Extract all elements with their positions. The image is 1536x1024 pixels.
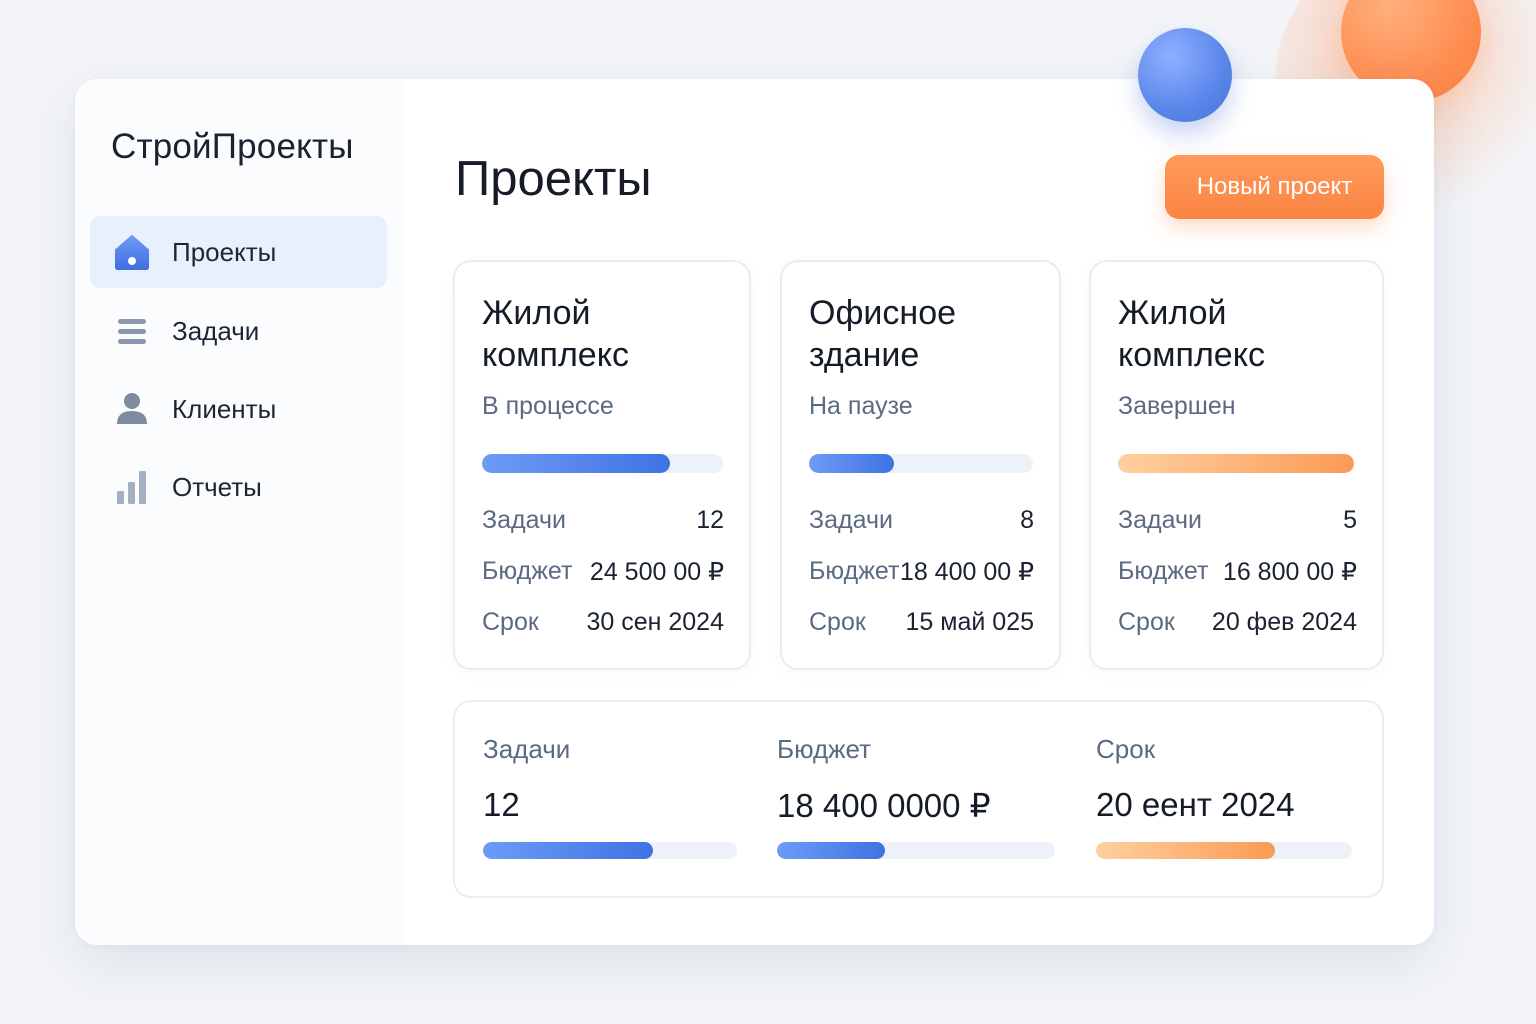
tasks-value: 8 (1020, 506, 1034, 534)
summary-tasks-label: Задачи (483, 734, 571, 764)
decorative-blue-orb (1138, 28, 1232, 122)
summary-deadline-bar (1096, 842, 1352, 859)
sidebar-item-clients[interactable]: Клиенты (90, 373, 387, 445)
project-card[interactable]: Офисное здание На паузе Задачи 8 Бюджет … (780, 260, 1061, 670)
summary-budget-value: 18 400 0000 ₽ (777, 787, 991, 824)
project-tasks-row: Задачи 5 (1118, 506, 1357, 535)
project-progress-fill (809, 454, 895, 473)
budget-label: Бюджет (482, 557, 573, 585)
project-title-line: Жилой (482, 294, 591, 332)
budget-value: 16 800 00 ₽ (1222, 558, 1357, 586)
main-content: Проекты Новый проект Жилой комплекс В пр… (405, 79, 1434, 945)
page-title: Проекты (455, 152, 652, 206)
budget-value: 18 400 00 ₽ (899, 558, 1034, 586)
project-budget-row: Бюджет 24 500 00 ₽ (482, 557, 724, 587)
deadline-label: Срок (482, 608, 539, 636)
project-card[interactable]: Жилой комплекс В процессе Задачи 12 Бюдж… (453, 260, 751, 670)
project-deadline-row: Срок 15 май 025 (809, 608, 1034, 637)
project-progress-bar (1118, 454, 1354, 473)
project-title-line: Жилой (1118, 294, 1227, 332)
tasks-value: 5 (1343, 506, 1357, 534)
project-budget-row: Бюджет 18 400 00 ₽ (809, 557, 1034, 587)
project-title: Жилой комплекс (482, 292, 629, 376)
project-deadline-row: Срок 30 сен 2024 (482, 608, 724, 637)
budget-value: 24 500 00 ₽ (589, 558, 724, 586)
project-progress-fill (482, 454, 670, 473)
project-title-line: Офисное (809, 294, 957, 332)
project-title-line: комплекс (1118, 336, 1265, 374)
project-progress-fill (1118, 454, 1354, 473)
summary-deadline-label: Срок (1096, 734, 1156, 764)
project-title-line: здание (809, 336, 920, 374)
budget-label: Бюджет (809, 557, 900, 585)
sidebar-item-projects[interactable]: Проекты (90, 216, 387, 288)
tasks-label: Задачи (482, 506, 566, 534)
project-card[interactable]: Жилой комплекс Завершен Задачи 5 Бюджет … (1089, 260, 1384, 670)
sidebar: СтройПроекты Проекты Задачи Клиенты Отче… (75, 79, 405, 945)
project-budget-row: Бюджет 16 800 00 ₽ (1118, 557, 1357, 587)
project-tasks-row: Задачи 12 (482, 506, 724, 535)
deadline-label: Срок (809, 608, 866, 636)
project-title-line: комплекс (482, 336, 629, 374)
summary-budget-label: Бюджет (777, 734, 872, 764)
home-icon (112, 232, 152, 272)
new-project-button[interactable]: Новый проект (1165, 155, 1384, 219)
project-status: На паузе (809, 392, 913, 420)
project-progress-bar (482, 454, 723, 473)
project-progress-bar (809, 454, 1033, 473)
user-icon (112, 389, 152, 429)
brand-title: СтройПроекты (111, 127, 354, 166)
sidebar-item-reports[interactable]: Отчеты (90, 451, 387, 523)
summary-deadline-fill (1096, 842, 1276, 859)
summary-tasks-fill (483, 842, 654, 859)
sidebar-item-label: Проекты (172, 236, 277, 267)
summary-tasks-value: 12 (483, 786, 520, 823)
sidebar-item-label: Клиенты (172, 393, 277, 424)
sidebar-item-label: Отчеты (172, 471, 262, 502)
summary-panel: Задачи 12 Бюджет 18 400 0000 ₽ Срок 20 е… (453, 700, 1384, 898)
deadline-value: 20 фев 2024 (1211, 608, 1357, 636)
project-title: Офисное здание (809, 292, 956, 376)
summary-budget-bar (777, 842, 1055, 859)
project-title: Жилой комплекс (1118, 292, 1265, 376)
deadline-value: 30 сен 2024 (586, 608, 724, 636)
project-status: В процессе (482, 392, 614, 420)
summary-budget-fill (777, 842, 886, 859)
sidebar-item-label: Задачи (172, 315, 260, 346)
tasks-label: Задачи (1118, 506, 1202, 534)
tasks-value: 12 (696, 506, 724, 534)
budget-label: Бюджет (1118, 557, 1209, 585)
project-tasks-row: Задачи 8 (809, 506, 1034, 535)
sidebar-item-tasks[interactable]: Задачи (90, 295, 387, 367)
deadline-value: 15 май 025 (905, 608, 1034, 636)
summary-tasks-bar (483, 842, 737, 859)
app-window: СтройПроекты Проекты Задачи Клиенты Отче… (75, 79, 1434, 945)
bar-chart-icon (112, 467, 152, 507)
project-deadline-row: Срок 20 фев 2024 (1118, 608, 1357, 637)
project-status: Завершен (1118, 392, 1236, 420)
deadline-label: Срок (1118, 608, 1175, 636)
tasks-label: Задачи (809, 506, 893, 534)
list-icon (112, 311, 152, 351)
summary-deadline-value: 20 еент 2024 (1096, 786, 1295, 823)
